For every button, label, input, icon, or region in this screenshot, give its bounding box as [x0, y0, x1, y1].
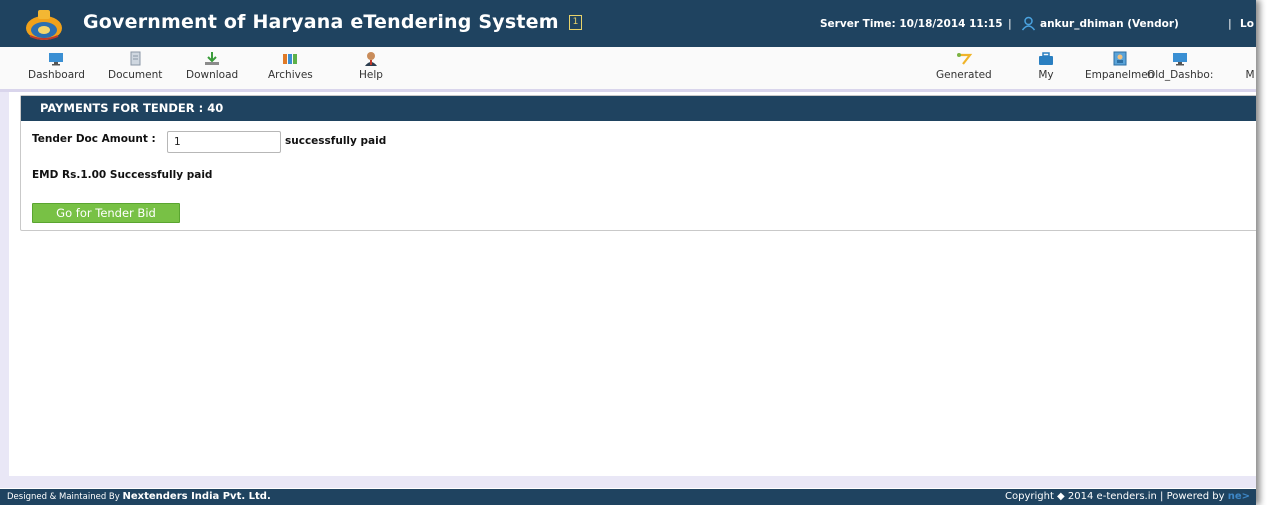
panel-title: PAYMENTS FOR TENDER : 40: [21, 96, 1256, 121]
toolbar-label: Dashboard: [28, 69, 85, 81]
download-icon: [205, 52, 220, 65]
contact-card-icon: [1113, 51, 1127, 66]
toolbar-download[interactable]: Download: [186, 51, 238, 81]
payment-panel: PAYMENTS FOR TENDER : 40 Tender Doc Amou…: [20, 95, 1256, 231]
server-time: Server Time: 10/18/2014 11:15: [820, 18, 1003, 30]
user-icon: [1021, 16, 1036, 31]
footer: Designed & Maintained By Nextenders Indi…: [0, 489, 1256, 505]
toolbar: Dashboard Document Download Archives Hel…: [0, 47, 1256, 92]
footer-credit: Designed & Maintained By Nextenders Indi…: [7, 489, 271, 505]
header-separator-2: |: [1228, 17, 1232, 30]
toolbar-more[interactable]: M: [1241, 51, 1256, 81]
footer-copyright: Copyright ◆ 2014 e-tenders.in | Powered …: [1005, 489, 1250, 505]
toolbar-label: Empanelmen: [1085, 69, 1155, 81]
tender-doc-amount-input[interactable]: [167, 131, 281, 153]
toolbar-old-dashboard[interactable]: Old_Dashbo:: [1147, 51, 1213, 81]
toolbar-label: Download: [186, 69, 239, 81]
header-bar: Government of Haryana eTendering System …: [0, 0, 1256, 47]
footer-company[interactable]: Nextenders India Pvt. Ltd.: [122, 491, 270, 502]
powered-by-logo[interactable]: ne>: [1228, 491, 1250, 502]
footer-designed-by: Designed & Maintained By: [7, 492, 120, 502]
logout-link[interactable]: Lo: [1240, 18, 1254, 30]
briefcase-icon: [1039, 52, 1053, 65]
toolbar-label: Help: [359, 69, 383, 81]
haryana-emblem-icon: [26, 10, 62, 40]
tender-doc-status: successfully paid: [285, 135, 387, 147]
emd-status: EMD Rs.1.00 Successfully paid: [32, 169, 213, 181]
generated-icon: [956, 53, 973, 65]
toolbar-label: Generated: [936, 69, 992, 81]
archives-icon: [283, 54, 298, 64]
toolbar-label: M: [1245, 69, 1255, 81]
toolbar-generated[interactable]: Generated: [936, 51, 992, 81]
document-icon: [130, 51, 141, 66]
notification-badge[interactable]: 1: [569, 15, 582, 30]
toolbar-document[interactable]: Document: [108, 51, 162, 81]
app-title: Government of Haryana eTendering System: [83, 11, 559, 33]
monitor-icon: [49, 53, 64, 66]
toolbar-label: Document: [108, 69, 163, 81]
app-window: Government of Haryana eTendering System …: [0, 0, 1256, 505]
header-separator: |: [1008, 17, 1012, 30]
toolbar-empanelment[interactable]: Empanelmen: [1085, 51, 1154, 81]
help-icon: [364, 52, 377, 66]
toolbar-label: Old_Dashbo:: [1147, 69, 1214, 81]
toolbar-help[interactable]: Help: [359, 51, 383, 81]
tender-doc-amount-label: Tender Doc Amount :: [32, 133, 156, 145]
toolbar-label: My: [1038, 69, 1054, 81]
user-name[interactable]: ankur_dhiman (Vendor): [1040, 18, 1179, 30]
toolbar-label: Archives: [268, 69, 313, 81]
monitor-icon: [1173, 53, 1188, 66]
toolbar-my[interactable]: My: [1037, 51, 1055, 81]
footer-copyright-text: Copyright ◆ 2014 e-tenders.in | Powered …: [1005, 491, 1225, 502]
toolbar-dashboard[interactable]: Dashboard: [28, 51, 85, 81]
go-for-tender-bid-button[interactable]: Go for Tender Bid: [32, 203, 180, 223]
toolbar-archives[interactable]: Archives: [268, 51, 313, 81]
